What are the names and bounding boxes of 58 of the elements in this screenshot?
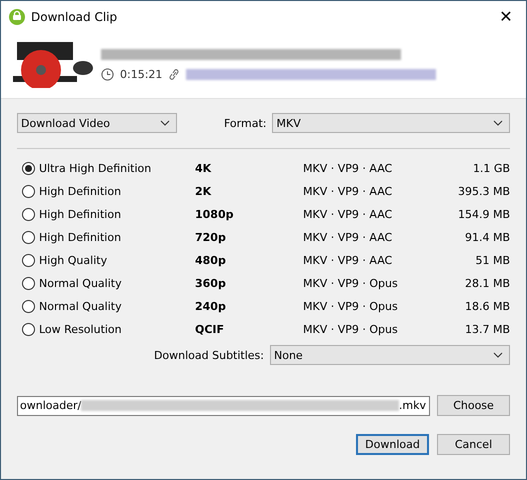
clock-icon (101, 68, 114, 81)
codecs: MKV · VP9 · AAC (303, 254, 394, 267)
quality-name: Normal Quality (39, 277, 123, 290)
radio-button[interactable] (22, 323, 35, 336)
quality-name: Low Resolution (39, 323, 123, 336)
radio-button[interactable] (22, 185, 35, 198)
cancel-button[interactable]: Cancel (437, 434, 510, 455)
mode-dropdown[interactable]: Download Video (17, 113, 177, 133)
resolution: 720p (195, 231, 227, 244)
codecs: MKV · VP9 · AAC (303, 208, 394, 221)
radio-button[interactable] (22, 231, 35, 244)
file-path-field[interactable]: ownloader/ .mkv (17, 396, 430, 416)
file-size: 1.1 GB (472, 162, 510, 175)
resolution: 2K (195, 185, 212, 198)
radio-button[interactable] (22, 300, 35, 313)
chevron-down-icon (493, 352, 503, 358)
format-dropdown[interactable]: MKV (272, 113, 510, 133)
codecs: MKV · VP9 · Opus (303, 300, 399, 313)
file-size: 91.4 MB (464, 231, 510, 244)
quality-name: High Definition (39, 185, 122, 198)
chevron-down-icon (160, 120, 170, 126)
subtitles-label: Download Subtitles: (154, 348, 264, 362)
resolution: 4K (195, 162, 212, 175)
codecs: MKV · VP9 · Opus (303, 323, 399, 336)
choose-button[interactable]: Choose (437, 395, 510, 416)
quality-name: High Definition (39, 208, 122, 221)
link-icon (168, 68, 180, 81)
codecs: MKV · VP9 · AAC (303, 162, 394, 175)
radio-button[interactable] (22, 254, 35, 267)
format-label: Format: (224, 116, 266, 130)
codecs: MKV · VP9 · AAC (303, 185, 394, 198)
file-size: 18.6 MB (464, 300, 510, 313)
quality-name: Ultra High Definition (39, 162, 152, 175)
window-title: Download Clip (31, 10, 118, 24)
quality-name: High Definition (39, 231, 122, 244)
file-size: 395.3 MB (458, 185, 510, 198)
radio-button[interactable] (22, 162, 35, 175)
codecs: MKV · VP9 · AAC (303, 231, 394, 244)
file-size: 154.9 MB (458, 208, 510, 221)
app-logo-icon (9, 8, 25, 24)
file-size: 13.7 MB (464, 323, 510, 336)
file-size: 28.1 MB (464, 277, 510, 290)
download-button[interactable]: Download (356, 434, 429, 455)
subtitles-dropdown[interactable]: None (270, 345, 510, 365)
resolution: 240p (195, 300, 227, 313)
file-size: 51 MB (475, 254, 510, 267)
resolution: 360p (195, 277, 227, 290)
radio-button[interactable] (22, 277, 35, 290)
resolution: 480p (195, 254, 227, 267)
clip-duration: 0:15:21 (120, 68, 162, 81)
resolution: 1080p (195, 208, 234, 221)
resolution: QCIF (195, 323, 226, 336)
quality-name: High Quality (39, 254, 108, 267)
radio-button[interactable] (22, 208, 35, 221)
close-button[interactable]: ✕ (486, 1, 526, 32)
codecs: MKV · VP9 · Opus (303, 277, 399, 290)
chevron-down-icon (493, 120, 503, 126)
quality-name: Normal Quality (39, 300, 123, 313)
